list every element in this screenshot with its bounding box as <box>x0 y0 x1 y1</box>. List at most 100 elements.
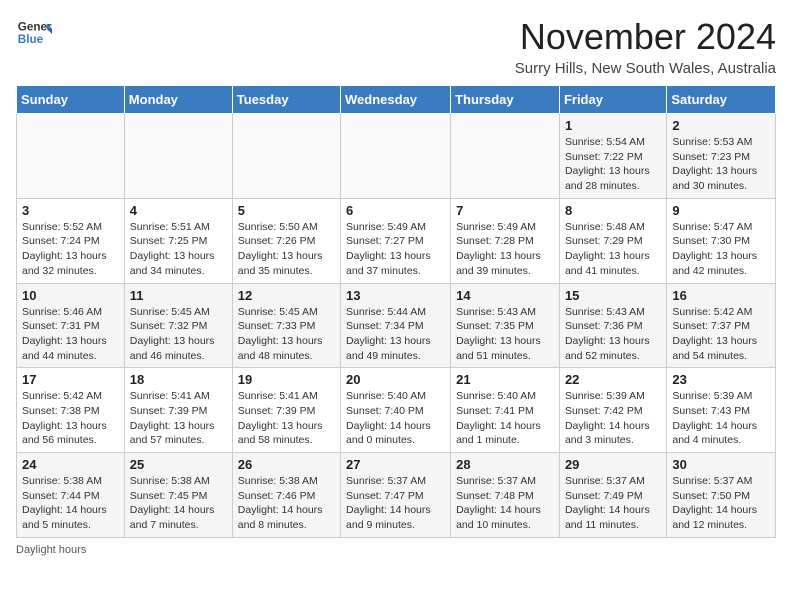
calendar-cell: 27Sunrise: 5:37 AM Sunset: 7:47 PM Dayli… <box>341 453 451 538</box>
day-number: 24 <box>22 457 119 472</box>
logo-icon: General Blue <box>16 16 52 52</box>
header: General Blue November 2024 Surry Hills, … <box>16 16 776 77</box>
day-number: 5 <box>238 203 335 218</box>
calendar-day-header: Friday <box>559 86 666 114</box>
day-number: 30 <box>672 457 770 472</box>
day-info: Sunrise: 5:39 AM Sunset: 7:42 PM Dayligh… <box>565 389 661 448</box>
calendar-cell: 4 Sunrise: 5:51 AM Sunset: 7:25 PM Daylig… <box>124 198 232 283</box>
calendar-cell <box>124 114 232 199</box>
day-number: 21 <box>456 372 554 387</box>
day-info: Sunrise: 5:43 AM Sunset: 7:35 PM Dayligh… <box>456 305 554 364</box>
calendar-cell: 19 Sunrise: 5:41 AM Sunset: 7:39 PM Dayli… <box>232 368 340 453</box>
calendar-day-header: Wednesday <box>341 86 451 114</box>
calendar-cell: 11Sunrise: 5:45 AM Sunset: 7:32 PM Dayli… <box>124 283 232 368</box>
svg-text:Blue: Blue <box>18 33 44 46</box>
day-number: 14 <box>456 288 554 303</box>
title-section: November 2024 Surry Hills, New South Wal… <box>515 16 776 77</box>
calendar-cell: 30 Sunrise: 5:37 AM Sunset: 7:50 PM Dayli… <box>667 453 776 538</box>
day-info: Sunrise: 5:48 AM Sunset: 7:29 PM Dayligh… <box>565 220 661 279</box>
calendar-cell: 23 Sunrise: 5:39 AM Sunset: 7:43 PM Dayli… <box>667 368 776 453</box>
calendar-cell: 22 Sunrise: 5:39 AM Sunset: 7:42 PM Dayli… <box>559 368 666 453</box>
day-info: Sunrise: 5:50 AM Sunset: 7:26 PM Dayligh… <box>238 220 335 279</box>
day-info: Sunrise: 5:47 AM Sunset: 7:30 PM Dayligh… <box>672 220 770 279</box>
day-info: Sunrise: 5:51 AM Sunset: 7:25 PM Dayligh… <box>130 220 227 279</box>
day-number: 17 <box>22 372 119 387</box>
calendar-cell: 10Sunrise: 5:46 AM Sunset: 7:31 PM Dayli… <box>17 283 125 368</box>
day-number: 9 <box>672 203 770 218</box>
day-number: 28 <box>456 457 554 472</box>
day-info: Sunrise: 5:40 AM Sunset: 7:41 PM Dayligh… <box>456 389 554 448</box>
calendar-day-header: Tuesday <box>232 86 340 114</box>
calendar-cell: 9 Sunrise: 5:47 AM Sunset: 7:30 PM Daylig… <box>667 198 776 283</box>
day-number: 19 <box>238 372 335 387</box>
calendar: SundayMondayTuesdayWednesdayThursdayFrid… <box>16 85 776 538</box>
calendar-cell: 25 Sunrise: 5:38 AM Sunset: 7:45 PM Dayli… <box>124 453 232 538</box>
day-number: 4 <box>130 203 227 218</box>
day-number: 8 <box>565 203 661 218</box>
calendar-week-row: 24 Sunrise: 5:38 AM Sunset: 7:44 PM Dayli… <box>17 453 776 538</box>
day-number: 18 <box>130 372 227 387</box>
calendar-cell: 26 Sunrise: 5:38 AM Sunset: 7:46 PM Dayli… <box>232 453 340 538</box>
day-info: Sunrise: 5:43 AM Sunset: 7:36 PM Dayligh… <box>565 305 661 364</box>
logo: General Blue <box>16 16 52 52</box>
day-info: Sunrise: 5:41 AM Sunset: 7:39 PM Dayligh… <box>130 389 227 448</box>
calendar-cell: 5 Sunrise: 5:50 AM Sunset: 7:26 PM Daylig… <box>232 198 340 283</box>
daylight-hours-label: Daylight hours <box>16 544 86 556</box>
calendar-cell: 12 Sunrise: 5:45 AM Sunset: 7:33 PM Dayli… <box>232 283 340 368</box>
day-number: 3 <box>22 203 119 218</box>
main-title: November 2024 <box>515 16 776 58</box>
day-number: 29 <box>565 457 661 472</box>
day-info: Sunrise: 5:49 AM Sunset: 7:28 PM Dayligh… <box>456 220 554 279</box>
calendar-cell: 3 Sunrise: 5:52 AM Sunset: 7:24 PM Daylig… <box>17 198 125 283</box>
calendar-cell <box>341 114 451 199</box>
day-info: Sunrise: 5:39 AM Sunset: 7:43 PM Dayligh… <box>672 389 770 448</box>
calendar-week-row: 1Sunrise: 5:54 AM Sunset: 7:22 PM Daylig… <box>17 114 776 199</box>
calendar-cell <box>451 114 560 199</box>
calendar-cell: 6 Sunrise: 5:49 AM Sunset: 7:27 PM Daylig… <box>341 198 451 283</box>
day-info: Sunrise: 5:37 AM Sunset: 7:47 PM Dayligh… <box>346 474 445 533</box>
calendar-cell: 24 Sunrise: 5:38 AM Sunset: 7:44 PM Dayli… <box>17 453 125 538</box>
day-number: 15 <box>565 288 661 303</box>
day-number: 6 <box>346 203 445 218</box>
day-info: Sunrise: 5:45 AM Sunset: 7:33 PM Dayligh… <box>238 305 335 364</box>
calendar-cell: 18 Sunrise: 5:41 AM Sunset: 7:39 PM Dayli… <box>124 368 232 453</box>
calendar-cell: 2Sunrise: 5:53 AM Sunset: 7:23 PM Daylig… <box>667 114 776 199</box>
subtitle: Surry Hills, New South Wales, Australia <box>515 60 776 77</box>
calendar-cell: 14 Sunrise: 5:43 AM Sunset: 7:35 PM Dayli… <box>451 283 560 368</box>
day-info: Sunrise: 5:37 AM Sunset: 7:48 PM Dayligh… <box>456 474 554 533</box>
calendar-day-header: Saturday <box>667 86 776 114</box>
calendar-header-row: SundayMondayTuesdayWednesdayThursdayFrid… <box>17 86 776 114</box>
day-info: Sunrise: 5:44 AM Sunset: 7:34 PM Dayligh… <box>346 305 445 364</box>
calendar-cell: 20Sunrise: 5:40 AM Sunset: 7:40 PM Dayli… <box>341 368 451 453</box>
calendar-day-header: Thursday <box>451 86 560 114</box>
calendar-cell: 21 Sunrise: 5:40 AM Sunset: 7:41 PM Dayli… <box>451 368 560 453</box>
calendar-cell: 1Sunrise: 5:54 AM Sunset: 7:22 PM Daylig… <box>559 114 666 199</box>
day-info: Sunrise: 5:52 AM Sunset: 7:24 PM Dayligh… <box>22 220 119 279</box>
day-info: Sunrise: 5:40 AM Sunset: 7:40 PM Dayligh… <box>346 389 445 448</box>
day-info: Sunrise: 5:42 AM Sunset: 7:37 PM Dayligh… <box>672 305 770 364</box>
day-info: Sunrise: 5:53 AM Sunset: 7:23 PM Dayligh… <box>672 135 770 194</box>
day-info: Sunrise: 5:41 AM Sunset: 7:39 PM Dayligh… <box>238 389 335 448</box>
day-info: Sunrise: 5:38 AM Sunset: 7:44 PM Dayligh… <box>22 474 119 533</box>
calendar-day-header: Monday <box>124 86 232 114</box>
day-info: Sunrise: 5:38 AM Sunset: 7:45 PM Dayligh… <box>130 474 227 533</box>
day-info: Sunrise: 5:38 AM Sunset: 7:46 PM Dayligh… <box>238 474 335 533</box>
day-info: Sunrise: 5:49 AM Sunset: 7:27 PM Dayligh… <box>346 220 445 279</box>
day-info: Sunrise: 5:42 AM Sunset: 7:38 PM Dayligh… <box>22 389 119 448</box>
calendar-cell: 16Sunrise: 5:42 AM Sunset: 7:37 PM Dayli… <box>667 283 776 368</box>
day-number: 13 <box>346 288 445 303</box>
day-number: 22 <box>565 372 661 387</box>
day-number: 23 <box>672 372 770 387</box>
day-number: 12 <box>238 288 335 303</box>
day-number: 26 <box>238 457 335 472</box>
calendar-week-row: 3 Sunrise: 5:52 AM Sunset: 7:24 PM Daylig… <box>17 198 776 283</box>
day-number: 11 <box>130 288 227 303</box>
calendar-cell: 7Sunrise: 5:49 AM Sunset: 7:28 PM Daylig… <box>451 198 560 283</box>
calendar-cell: 15 Sunrise: 5:43 AM Sunset: 7:36 PM Dayli… <box>559 283 666 368</box>
day-info: Sunrise: 5:37 AM Sunset: 7:50 PM Dayligh… <box>672 474 770 533</box>
calendar-cell <box>17 114 125 199</box>
day-info: Sunrise: 5:46 AM Sunset: 7:31 PM Dayligh… <box>22 305 119 364</box>
calendar-day-header: Sunday <box>17 86 125 114</box>
day-number: 25 <box>130 457 227 472</box>
calendar-cell <box>232 114 340 199</box>
